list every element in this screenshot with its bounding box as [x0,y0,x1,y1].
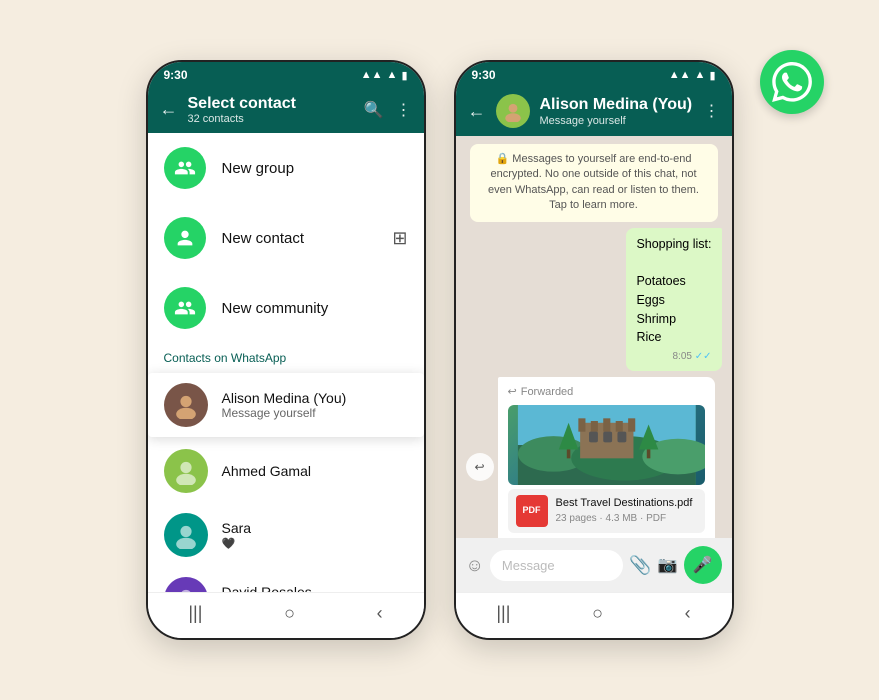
more-icon[interactable]: ⋮ [396,100,412,120]
new-contact-item[interactable]: New contact ⊞ [148,203,424,273]
avatar-sara [164,513,208,557]
message-time-2: 8:23 ✓✓ [508,535,706,538]
contact-info-sara: Sara 🖤 [222,520,408,550]
contact-info-ahmed: Ahmed Gamal [222,463,408,479]
message-input-field[interactable]: Message [490,550,623,581]
pdf-attachment[interactable]: PDF Best Travel Destinations.pdf 23 page… [508,489,706,533]
header-main-title: Select contact [188,94,354,113]
whatsapp-logo [760,50,824,114]
forward-share-icon-1: ↩ [466,453,494,481]
contact-status-alison: Message yourself [222,406,408,420]
back-button-right[interactable]: ← [468,101,486,122]
header-subtitle: 32 contacts [188,113,354,125]
contact-info-david: David Rosales Available. Hit me up! [222,584,408,592]
left-phone: 9:30 ▲▲ ▲ ▮ ← Select contact 32 contacts… [146,60,426,640]
avatar-alison [164,383,208,427]
pdf-info: Best Travel Destinations.pdf 23 pages · … [556,495,693,527]
contacts-section-label: Contacts on WhatsApp [148,343,424,371]
pdf-icon: PDF [516,495,548,527]
new-group-icon [164,147,206,189]
nav-bars-left[interactable]: ||| [188,603,202,624]
chat-more-icon[interactable]: ⋮ [704,101,720,121]
header-actions-right: ⋮ [704,101,720,121]
signal-icon: ▲▲ [361,69,383,81]
status-icons-right: ▲▲ ▲ ▮ [669,69,716,82]
new-contact-icon [164,217,206,259]
contact-select-header: ← Select contact 32 contacts 🔍 ⋮ [148,86,424,133]
message-forwarded-pdf: ↩Forwarded [498,377,716,538]
status-bar-left: 9:30 ▲▲ ▲ ▮ [148,62,424,86]
message-placeholder: Message [502,558,555,573]
chat-messages: 🔒 Messages to yourself are end-to-end en… [456,136,732,538]
signal-icon-right: ▲▲ [669,69,691,81]
avatar-ahmed [164,449,208,493]
contact-name-sara: Sara [222,520,408,536]
attachment-icon[interactable]: 📎 [629,555,651,576]
new-contact-label: New contact [222,230,377,247]
contact-status-sara: 🖤 [222,536,408,550]
battery-icon-right: ▮ [709,69,715,82]
message-time-1: 8:05 ✓✓ [636,349,711,364]
chat-contact-name: Alison Medina (You) [540,95,694,114]
back-button-left[interactable]: ← [160,99,178,120]
chat-contact-status: Message yourself [540,115,694,127]
new-group-label: New group [222,160,408,177]
nav-home-left[interactable]: ○ [284,603,295,624]
chat-input-bar: ☺ Message 📎 📷 🎤 [456,538,732,592]
header-actions-left: 🔍 ⋮ [364,100,412,120]
nav-bars-right[interactable]: ||| [496,603,510,624]
status-icons-left: ▲▲ ▲ ▮ [361,69,408,82]
contact-info-alison: Alison Medina (You) Message yourself [222,390,408,420]
status-bar-right: 9:30 ▲▲ ▲ ▮ [456,62,732,86]
contact-name-alison: Alison Medina (You) [222,390,408,406]
chat-avatar [496,94,530,128]
mic-button[interactable]: 🎤 [684,546,722,584]
camera-icon[interactable]: 📷 [658,555,678,575]
search-icon[interactable]: 🔍 [364,100,384,120]
contact-alison[interactable]: Alison Medina (You) Message yourself [148,373,424,437]
wifi-icon: ▲ [387,69,398,81]
battery-icon: ▮ [401,69,407,82]
new-group-item[interactable]: New group [148,133,424,203]
chat-header: ← Alison Medina (You) Message yourself ⋮ [456,86,732,136]
header-title-left: Select contact 32 contacts [188,94,354,125]
contact-sara[interactable]: Sara 🖤 [148,503,424,567]
new-community-icon [164,287,206,329]
phone-nav-right: ||| ○ ‹ [456,592,732,638]
emoji-button[interactable]: ☺ [466,555,484,576]
pdf-filename: Best Travel Destinations.pdf [556,495,693,512]
travel-image [508,405,706,485]
pdf-meta: 23 pages · 4.3 MB · PDF [556,511,693,526]
time-right: 9:30 [472,68,496,82]
time-left: 9:30 [164,68,188,82]
right-phone: 9:30 ▲▲ ▲ ▮ ← Alison Medina (You) Messag… [454,60,734,640]
message-text-1: Shopping list: Potatoes Eggs Shrimp Rice [636,235,711,348]
nav-back-left[interactable]: ‹ [377,603,383,624]
contact-name-david: David Rosales [222,584,408,592]
contact-ahmed[interactable]: Ahmed Gamal [148,439,424,503]
message-shopping-list: Shopping list: Potatoes Eggs Shrimp Rice… [626,228,721,372]
contact-name-ahmed: Ahmed Gamal [222,463,408,479]
phone-nav-left: ||| ○ ‹ [148,592,424,638]
encryption-notice[interactable]: 🔒 Messages to yourself are end-to-end en… [470,144,718,222]
new-community-item[interactable]: New community [148,273,424,343]
contact-list: New group New contact ⊞ New community [148,133,424,592]
nav-home-right[interactable]: ○ [592,603,603,624]
new-community-label: New community [222,300,408,317]
message-forwarded-pdf-row: ↩ ↩Forwarded [466,377,722,538]
contact-david[interactable]: David Rosales Available. Hit me up! [148,567,424,592]
nav-back-right[interactable]: ‹ [685,603,691,624]
forwarded-label-1: ↩Forwarded [508,384,706,401]
avatar-david [164,577,208,592]
qr-icon[interactable]: ⊞ [392,228,407,249]
wifi-icon-right: ▲ [695,69,706,81]
chat-header-info: Alison Medina (You) Message yourself [540,95,694,126]
